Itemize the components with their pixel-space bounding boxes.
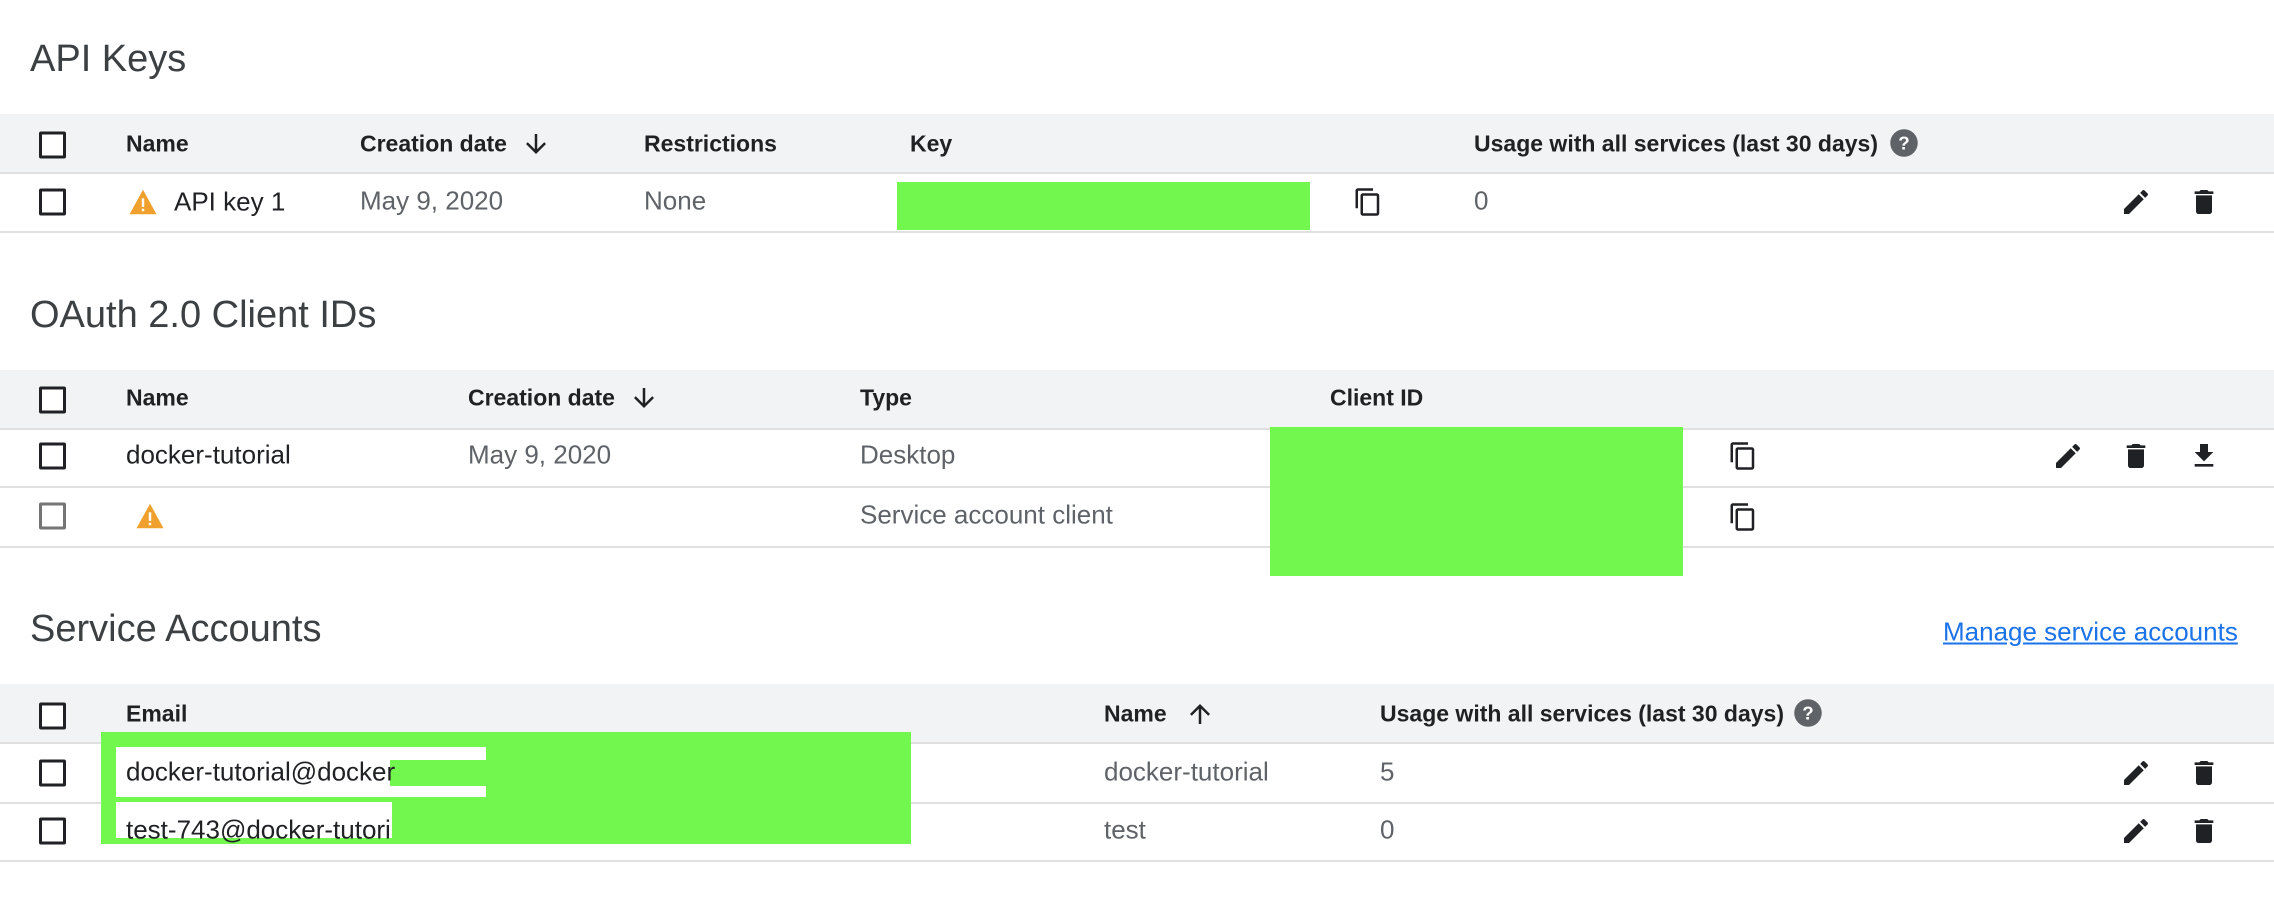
warning-icon bbox=[135, 503, 165, 530]
divider bbox=[0, 860, 2274, 862]
redacted-email-fragment bbox=[390, 760, 490, 786]
divider bbox=[0, 802, 101, 804]
row-checkbox[interactable] bbox=[39, 442, 66, 470]
warning-icon bbox=[128, 189, 158, 216]
sa-col-name[interactable]: Name bbox=[1104, 701, 1167, 728]
oauth-header-row bbox=[0, 370, 2274, 430]
service-accounts-title: Service Accounts bbox=[30, 608, 322, 650]
oauth-type: Service account client bbox=[860, 499, 1113, 530]
api-keys-col-creation-date[interactable]: Creation date bbox=[360, 131, 507, 158]
arrow-down-icon[interactable] bbox=[521, 129, 551, 159]
arrow-down-icon[interactable] bbox=[629, 383, 659, 413]
trash-icon[interactable] bbox=[2120, 440, 2152, 472]
divider bbox=[911, 802, 2274, 804]
api-keys-select-all-checkbox[interactable] bbox=[39, 131, 66, 159]
api-key-restrictions: None bbox=[644, 185, 707, 216]
trash-icon[interactable] bbox=[2188, 815, 2220, 847]
api-keys-col-usage: Usage with all services (last 30 days) bbox=[1474, 130, 1878, 157]
help-icon[interactable]: ? bbox=[1793, 698, 1823, 728]
download-icon[interactable] bbox=[2188, 440, 2220, 472]
copy-icon[interactable] bbox=[1728, 441, 1758, 471]
api-key-usage: 0 bbox=[1474, 185, 1489, 216]
api-key-creation-date: May 9, 2020 bbox=[360, 185, 504, 216]
service-accounts-select-all-checkbox[interactable] bbox=[39, 702, 66, 730]
oauth-title: OAuth 2.0 Client IDs bbox=[30, 294, 377, 336]
divider bbox=[0, 486, 2274, 488]
sa-name: test bbox=[1104, 814, 1146, 845]
pencil-icon[interactable] bbox=[2120, 815, 2152, 847]
sa-usage: 0 bbox=[1380, 814, 1395, 845]
sa-col-email: Email bbox=[126, 700, 188, 727]
oauth-creation-date: May 9, 2020 bbox=[468, 439, 612, 470]
row-checkbox[interactable] bbox=[39, 188, 66, 216]
arrow-up-icon[interactable] bbox=[1185, 699, 1215, 729]
row-checkbox[interactable] bbox=[39, 502, 66, 530]
copy-icon[interactable] bbox=[1728, 502, 1758, 532]
api-keys-title: API Keys bbox=[30, 38, 187, 80]
pencil-icon[interactable] bbox=[2120, 757, 2152, 789]
oauth-type: Desktop bbox=[860, 439, 956, 470]
divider bbox=[0, 546, 2274, 548]
svg-text:?: ? bbox=[1898, 132, 1909, 153]
redacted-key bbox=[897, 182, 1310, 230]
svg-text:?: ? bbox=[1802, 702, 1813, 723]
oauth-client-name[interactable]: docker-tutorial bbox=[126, 440, 291, 471]
oauth-col-name[interactable]: Name bbox=[126, 385, 189, 412]
oauth-col-creation-date[interactable]: Creation date bbox=[468, 385, 615, 412]
sa-usage: 5 bbox=[1380, 756, 1395, 787]
sa-name: docker-tutorial bbox=[1104, 756, 1269, 787]
api-keys-col-restrictions: Restrictions bbox=[644, 130, 777, 157]
pencil-icon[interactable] bbox=[2052, 440, 2084, 472]
oauth-col-type: Type bbox=[860, 384, 912, 411]
help-icon[interactable]: ? bbox=[1889, 128, 1919, 158]
api-keys-header-row bbox=[0, 114, 2274, 174]
trash-icon[interactable] bbox=[2188, 186, 2220, 218]
manage-service-accounts-link[interactable]: Manage service accounts bbox=[1943, 617, 2238, 648]
sa-email[interactable]: test-743@docker-tutori bbox=[126, 815, 391, 846]
api-key-name[interactable]: API key 1 bbox=[174, 187, 285, 218]
pencil-icon[interactable] bbox=[2120, 186, 2152, 218]
row-checkbox[interactable] bbox=[39, 759, 66, 787]
redacted-email-fragment bbox=[392, 802, 492, 844]
row-checkbox[interactable] bbox=[39, 817, 66, 845]
oauth-col-client-id: Client ID bbox=[1330, 384, 1424, 411]
api-keys-col-name[interactable]: Name bbox=[126, 131, 189, 158]
sa-email[interactable]: docker-tutorial@docker bbox=[126, 757, 395, 788]
sa-col-usage: Usage with all services (last 30 days) bbox=[1380, 700, 1784, 727]
copy-icon[interactable] bbox=[1353, 187, 1383, 217]
divider bbox=[0, 231, 2274, 233]
oauth-select-all-checkbox[interactable] bbox=[39, 386, 66, 414]
redacted-client-id bbox=[1270, 427, 1683, 576]
api-keys-col-key: Key bbox=[910, 130, 953, 157]
trash-icon[interactable] bbox=[2188, 757, 2220, 789]
